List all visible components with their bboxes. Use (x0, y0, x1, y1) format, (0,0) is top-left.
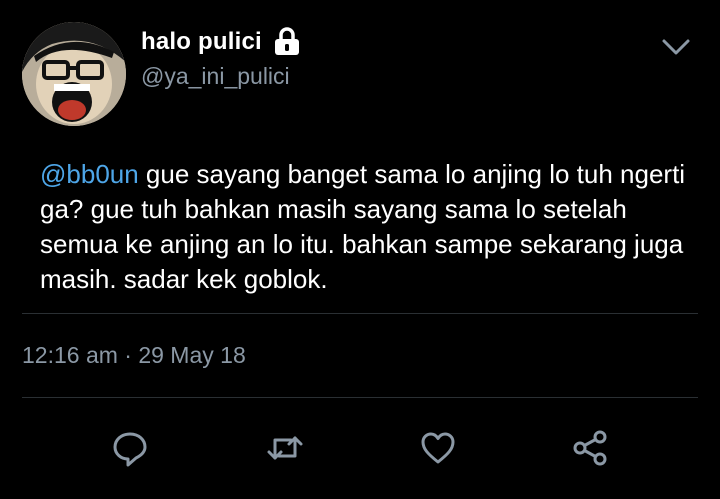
user-name-row: halo pulici (141, 27, 302, 57)
share-button[interactable] (568, 426, 612, 470)
divider (22, 397, 698, 398)
retweet-icon (267, 436, 303, 460)
mention-link[interactable]: @bb0un (40, 159, 139, 189)
display-name[interactable]: halo pulici (141, 28, 262, 56)
like-button[interactable] (416, 426, 460, 470)
tweet-timestamp[interactable]: 12:16 am · 29 May 18 (22, 342, 246, 369)
avatar[interactable] (22, 22, 126, 126)
divider (22, 313, 698, 314)
heart-icon (421, 432, 455, 464)
avatar-cartoon-face-icon (22, 22, 126, 126)
tweet-actions (0, 418, 720, 474)
reply-button[interactable] (108, 426, 152, 470)
retweet-button[interactable] (263, 426, 307, 470)
user-handle[interactable]: @ya_ini_pulici (141, 63, 290, 90)
tweet-text: @bb0un gue sayang banget sama lo anjing … (40, 157, 700, 297)
chevron-down-icon[interactable] (660, 36, 692, 58)
share-icon (573, 430, 607, 466)
lock-icon (274, 27, 299, 55)
comment-icon (113, 432, 147, 467)
